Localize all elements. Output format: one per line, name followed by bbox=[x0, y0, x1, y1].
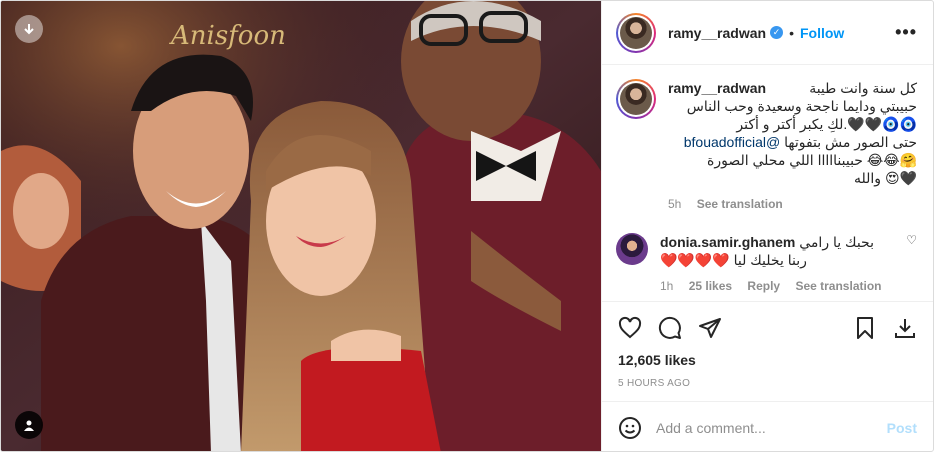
likes-count[interactable]: 12,605 likes bbox=[618, 352, 917, 368]
post-header: ramy__radwan ✓ • Follow ••• bbox=[602, 1, 933, 65]
caption-meta: 5h See translation bbox=[668, 197, 917, 211]
caption-line-2: حبيبتي ودايما ناجحة وسعيدة وحب الناس bbox=[686, 98, 917, 114]
commenter-username[interactable]: donia.samir.ghanem bbox=[660, 234, 795, 250]
comment-item: donia.samir.ghanem بحبك يا رامي ربنا يخل… bbox=[616, 233, 917, 293]
bookmark-icon[interactable] bbox=[853, 316, 877, 340]
photo-illustration bbox=[1, 1, 601, 451]
caption-username[interactable]: ramy__radwan bbox=[668, 79, 766, 97]
caption-line-4: حتى الصور مش بتفوتها bbox=[784, 134, 917, 150]
comment-input[interactable] bbox=[656, 419, 887, 436]
separator-dot: • bbox=[789, 24, 794, 41]
carousel-arrow-button[interactable] bbox=[15, 15, 43, 43]
author-avatar[interactable] bbox=[616, 12, 656, 53]
poster-text: Anisfoon bbox=[171, 21, 286, 51]
emoji-icon[interactable] bbox=[618, 416, 642, 440]
download-icon[interactable] bbox=[893, 316, 917, 340]
caption-line-5: 🤗😂😂 حبيبنااااا اللي محلي الصورة bbox=[706, 152, 917, 168]
arrow-down-icon bbox=[24, 24, 34, 35]
caption-age: 5h bbox=[668, 197, 682, 211]
comment-line-2: ربنا يخليك ليا ❤️❤️❤️❤️ bbox=[660, 252, 807, 268]
comment-icon[interactable] bbox=[658, 316, 682, 340]
post-actions: 12,605 likes 5 HOURS AGO bbox=[602, 301, 933, 389]
caption-line-3: 🧿🧿🖤🖤.لكِ يكبر أكتر و أكتر bbox=[736, 116, 917, 132]
action-icons bbox=[618, 310, 917, 346]
comments-list[interactable]: ramy__radwan كل سنة وانت طيبة حبيبتي ودا… bbox=[602, 65, 933, 301]
comment-age: 1h bbox=[660, 279, 674, 293]
comment-reply[interactable]: Reply bbox=[747, 279, 780, 293]
caption-line-1: كل سنة وانت طيبة bbox=[809, 80, 917, 96]
post-comment-button[interactable]: Post bbox=[887, 420, 917, 436]
comment-like-heart-icon[interactable]: ♡ bbox=[906, 233, 917, 293]
comment-text: donia.samir.ghanem بحبك يا رامي ربنا يخل… bbox=[660, 233, 898, 269]
follow-button[interactable]: Follow bbox=[800, 25, 844, 41]
caption-avatar[interactable] bbox=[616, 79, 656, 119]
comment-line-1: بحبك يا رامي bbox=[799, 234, 874, 250]
comment-likes[interactable]: 25 likes bbox=[689, 279, 732, 293]
verified-badge-icon: ✓ bbox=[770, 26, 784, 39]
instagram-post: Anisfoon ramy__radwan ✓ • Follow ••• ram… bbox=[0, 0, 934, 452]
user-tag-icon bbox=[24, 420, 34, 431]
post-photo[interactable]: Anisfoon bbox=[1, 1, 601, 451]
commenter-avatar[interactable] bbox=[616, 233, 648, 265]
author-username[interactable]: ramy__radwan bbox=[668, 25, 766, 41]
comment-see-translation[interactable]: See translation bbox=[795, 279, 881, 293]
mention-link[interactable]: @bfouadofficial bbox=[684, 134, 780, 150]
add-comment-bar: Post bbox=[602, 401, 933, 451]
post-timestamp: 5 HOURS AGO bbox=[618, 378, 691, 389]
caption-line-6: 🖤😍 والله bbox=[854, 170, 917, 186]
comment-meta: 1h 25 likes Reply See translation bbox=[660, 279, 898, 293]
post-sidebar: ramy__radwan ✓ • Follow ••• ramy__radwan… bbox=[601, 1, 933, 451]
caption: ramy__radwan كل سنة وانت طيبة حبيبتي ودا… bbox=[616, 79, 917, 211]
heart-icon[interactable] bbox=[618, 316, 642, 340]
user-tags-button[interactable] bbox=[15, 411, 43, 439]
more-options-button[interactable]: ••• bbox=[895, 22, 917, 43]
share-icon[interactable] bbox=[698, 316, 722, 340]
caption-see-translation[interactable]: See translation bbox=[697, 197, 783, 211]
caption-text: ramy__radwan كل سنة وانت طيبة حبيبتي ودا… bbox=[668, 79, 917, 187]
